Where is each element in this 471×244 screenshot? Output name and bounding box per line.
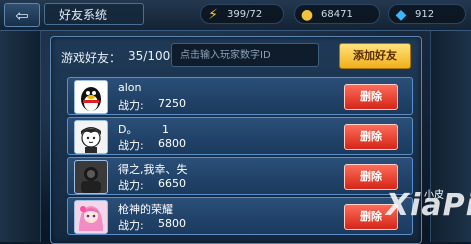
power-label: 战力: xyxy=(118,179,144,192)
add-friend-button[interactable]: 添加好友 xyxy=(339,43,411,69)
friend-row[interactable]: 得之,我幸、失 战力: 6650 删除 xyxy=(67,157,413,195)
friend-row[interactable]: 枪神的荣耀 战力: 5800 删除 xyxy=(67,197,413,235)
friend-name: 枪神的荣耀 xyxy=(118,203,173,216)
friend-name: alon xyxy=(118,81,142,94)
player-id-input[interactable]: 点击输入玩家数字ID xyxy=(171,43,319,67)
friend-count-value: 35/100 xyxy=(128,49,171,63)
back-arrow-icon: ⇦ xyxy=(15,5,29,25)
energy-value: 399/72 xyxy=(227,9,263,20)
power-value: 6650 xyxy=(158,177,186,190)
power-label: 战力: xyxy=(118,139,144,152)
friends-panel: 游戏好友： 35/100 点击输入玩家数字ID 添加好友 alon 战力: 72… xyxy=(50,36,422,244)
diamond-value: 912 xyxy=(415,9,435,20)
friend-row[interactable]: D。 1 战力: 6800 删除 xyxy=(67,117,413,155)
qq-penguin-avatar xyxy=(74,80,108,114)
friend-name: 得之,我幸、失 xyxy=(118,163,188,176)
power-label: 战力: xyxy=(118,99,144,112)
back-button[interactable]: ⇦ xyxy=(4,3,40,27)
gold-value: 68471 xyxy=(321,9,353,20)
diamond-stat[interactable]: ◆ 912 xyxy=(388,4,466,24)
gold-coin-icon: ● xyxy=(300,7,314,23)
power-value: 7250 xyxy=(158,97,186,110)
lightning-icon: ⚡ xyxy=(208,7,218,23)
dark-photo-avatar xyxy=(74,160,108,194)
delete-friend-button[interactable]: 删除 xyxy=(344,84,398,110)
friend-count-label: 游戏好友： xyxy=(61,51,122,65)
background-left-wall xyxy=(0,30,41,242)
power-label: 战力: xyxy=(118,219,144,232)
gold-stat[interactable]: ● 68471 xyxy=(294,4,380,24)
energy-stat[interactable]: ⚡ 399/72 xyxy=(200,4,284,24)
friend-row[interactable]: alon 战力: 7250 删除 xyxy=(67,77,413,115)
anime-girl-avatar xyxy=(74,200,108,234)
page-title: 好友系统 xyxy=(44,3,144,25)
power-value: 5800 xyxy=(158,217,186,230)
friend-name: D。 1 xyxy=(118,123,169,136)
delete-friend-button[interactable]: 删除 xyxy=(344,124,398,150)
cartoon-boy-avatar xyxy=(74,120,108,154)
power-value: 6800 xyxy=(158,137,186,150)
watermark-logo: XiaPi xyxy=(386,188,471,223)
delete-friend-button[interactable]: 删除 xyxy=(344,164,398,190)
diamond-icon: ◆ xyxy=(395,7,407,23)
top-bar: ⇦ 好友系统 ⚡ 399/72 ● 68471 ◆ 912 xyxy=(0,0,471,31)
